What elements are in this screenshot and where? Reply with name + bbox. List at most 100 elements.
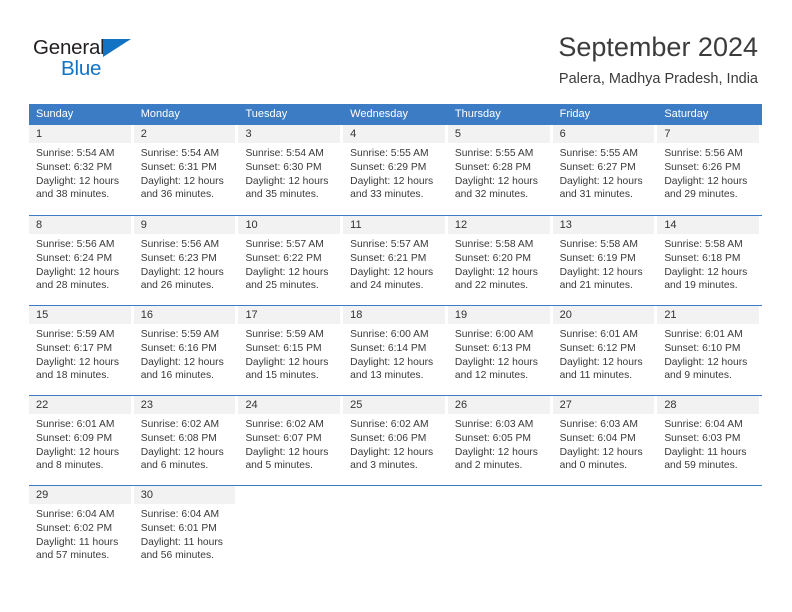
day-cell[interactable]: 22 Sunrise: 6:01 AM Sunset: 6:09 PM Dayl…	[29, 396, 134, 485]
day-cell[interactable]: 14 Sunrise: 5:58 AM Sunset: 6:18 PM Dayl…	[657, 216, 762, 305]
daylight-text-line1: Daylight: 12 hours	[36, 175, 119, 187]
daylight-text-line2: and 28 minutes.	[36, 280, 110, 292]
sunset-text: Sunset: 6:08 PM	[140, 432, 217, 444]
daylight-text-line2: and 36 minutes.	[140, 189, 214, 201]
day-cell[interactable]: 10 Sunrise: 5:57 AM Sunset: 6:22 PM Dayl…	[238, 216, 343, 305]
day-cell[interactable]: 4 Sunrise: 5:55 AM Sunset: 6:29 PM Dayli…	[343, 125, 448, 215]
daylight-text-line1: Daylight: 11 hours	[664, 446, 747, 458]
daylight-text-line2: and 0 minutes.	[559, 460, 628, 472]
day-number-band: 23	[133, 396, 236, 414]
day-cell[interactable]: 26 Sunrise: 6:03 AM Sunset: 6:05 PM Dayl…	[447, 396, 553, 485]
day-cell[interactable]: 6 Sunrise: 5:55 AM Sunset: 6:27 PM Dayli…	[552, 125, 658, 215]
day-cell[interactable]: 8 Sunrise: 5:56 AM Sunset: 6:24 PM Dayli…	[29, 216, 134, 305]
sunrise-text: Sunrise: 5:56 AM	[664, 148, 743, 159]
day-info: Sunrise: 5:56 AM Sunset: 6:23 PM Dayligh…	[134, 234, 236, 293]
day-number-band: 4	[343, 125, 445, 143]
day-cell[interactable]: 25 Sunrise: 6:02 AM Sunset: 6:06 PM Dayl…	[343, 396, 448, 485]
daylight-text-line2: and 29 minutes.	[664, 189, 738, 201]
day-info: Sunrise: 5:59 AM Sunset: 6:15 PM Dayligh…	[238, 324, 340, 383]
day-number: 12	[454, 219, 468, 231]
sunrise-text: Sunrise: 6:03 AM	[559, 419, 639, 430]
calendar-page: General Blue September 2024 Palera, Madh…	[0, 0, 792, 612]
day-info: Sunrise: 6:04 AM Sunset: 6:02 PM Dayligh…	[29, 504, 131, 563]
day-cell[interactable]: 13 Sunrise: 5:58 AM Sunset: 6:19 PM Dayl…	[552, 216, 658, 305]
day-cell[interactable]: 29 Sunrise: 6:04 AM Sunset: 6:02 PM Dayl…	[29, 486, 134, 575]
day-number-band: 25	[343, 396, 445, 414]
sunset-text: Sunset: 6:04 PM	[559, 432, 636, 444]
day-number: 14	[664, 219, 677, 231]
day-info: Sunrise: 5:58 AM Sunset: 6:19 PM Dayligh…	[553, 234, 655, 293]
day-cell[interactable]: 17 Sunrise: 5:59 AM Sunset: 6:15 PM Dayl…	[238, 306, 343, 395]
daylight-text-line2: and 18 minutes.	[36, 370, 110, 382]
day-cell[interactable]: 20 Sunrise: 6:01 AM Sunset: 6:12 PM Dayl…	[552, 306, 658, 395]
sunset-text: Sunset: 6:29 PM	[350, 161, 427, 173]
day-cell[interactable]: 5 Sunrise: 5:55 AM Sunset: 6:28 PM Dayli…	[447, 125, 553, 215]
day-cell[interactable]: 2 Sunrise: 5:54 AM Sunset: 6:31 PM Dayli…	[133, 125, 239, 215]
daylight-text-line2: and 6 minutes.	[140, 460, 209, 472]
page-subtitle: Palera, Madhya Pradesh, India	[558, 71, 758, 87]
daylight-text-line2: and 22 minutes.	[454, 280, 529, 292]
sunset-text: Sunset: 6:06 PM	[350, 432, 427, 444]
sunrise-text: Sunrise: 5:54 AM	[36, 148, 115, 159]
daylight-text-line2: and 8 minutes.	[36, 460, 104, 472]
day-info: Sunrise: 5:56 AM Sunset: 6:24 PM Dayligh…	[29, 234, 131, 293]
daylight-text-line2: and 11 minutes.	[559, 370, 633, 382]
day-cell[interactable]: 24 Sunrise: 6:02 AM Sunset: 6:07 PM Dayl…	[238, 396, 343, 485]
day-info: Sunrise: 6:03 AM Sunset: 6:04 PM Dayligh…	[553, 414, 655, 473]
day-cell[interactable]: 16 Sunrise: 5:59 AM Sunset: 6:16 PM Dayl…	[133, 306, 239, 395]
daylight-text-line2: and 59 minutes.	[664, 460, 738, 472]
day-cell[interactable]: 27 Sunrise: 6:03 AM Sunset: 6:04 PM Dayl…	[552, 396, 658, 485]
day-cell[interactable]: 7 Sunrise: 5:56 AM Sunset: 6:26 PM Dayli…	[657, 125, 762, 215]
daylight-text-line1: Daylight: 12 hours	[454, 266, 538, 278]
day-number: 10	[245, 219, 258, 231]
daylight-text-line2: and 35 minutes.	[245, 189, 319, 201]
daylight-text-line1: Daylight: 12 hours	[140, 175, 224, 187]
sunset-text: Sunset: 6:30 PM	[245, 161, 322, 173]
daylight-text-line1: Daylight: 12 hours	[454, 446, 538, 458]
day-number-band: 8	[29, 216, 131, 234]
day-cell[interactable]: 23 Sunrise: 6:02 AM Sunset: 6:08 PM Dayl…	[133, 396, 239, 485]
sunrise-text: Sunrise: 6:02 AM	[245, 419, 324, 430]
sunrise-text: Sunrise: 5:59 AM	[36, 329, 115, 340]
sunrise-text: Sunrise: 6:03 AM	[454, 419, 534, 430]
day-cell-empty	[448, 486, 553, 575]
daylight-text-line1: Daylight: 12 hours	[36, 266, 119, 278]
day-cell[interactable]: 1 Sunrise: 5:54 AM Sunset: 6:32 PM Dayli…	[29, 125, 134, 215]
daylight-text-line1: Daylight: 12 hours	[559, 175, 643, 187]
day-number: 22	[36, 399, 49, 411]
day-number: 4	[350, 128, 357, 140]
day-info: Sunrise: 6:03 AM Sunset: 6:05 PM Dayligh…	[448, 414, 550, 473]
day-number-band: 30	[133, 486, 236, 504]
daylight-text-line1: Daylight: 12 hours	[140, 266, 224, 278]
day-number: 3	[245, 128, 252, 140]
day-cell[interactable]: 12 Sunrise: 5:58 AM Sunset: 6:20 PM Dayl…	[447, 216, 553, 305]
day-info: Sunrise: 6:04 AM Sunset: 6:01 PM Dayligh…	[134, 504, 236, 563]
daylight-text-line1: Daylight: 12 hours	[245, 356, 329, 368]
daylight-text-line1: Daylight: 12 hours	[664, 266, 748, 278]
day-cell[interactable]: 3 Sunrise: 5:54 AM Sunset: 6:30 PM Dayli…	[238, 125, 343, 215]
sunrise-text: Sunrise: 5:58 AM	[454, 239, 534, 250]
day-cell[interactable]: 15 Sunrise: 5:59 AM Sunset: 6:17 PM Dayl…	[29, 306, 134, 395]
day-cell[interactable]: 28 Sunrise: 6:04 AM Sunset: 6:03 PM Dayl…	[657, 396, 762, 485]
daylight-text-line2: and 9 minutes.	[664, 370, 732, 382]
day-number-band: 19	[447, 306, 550, 324]
day-number: 15	[36, 309, 49, 321]
day-number: 19	[454, 309, 468, 321]
sunrise-text: Sunrise: 6:01 AM	[664, 329, 743, 340]
day-cell[interactable]: 18 Sunrise: 6:00 AM Sunset: 6:14 PM Dayl…	[343, 306, 448, 395]
day-cell[interactable]: 19 Sunrise: 6:00 AM Sunset: 6:13 PM Dayl…	[447, 306, 553, 395]
sunrise-text: Sunrise: 5:59 AM	[140, 329, 220, 340]
day-number-band: 9	[133, 216, 236, 234]
day-number: 20	[559, 309, 572, 321]
daylight-text-line2: and 3 minutes.	[350, 460, 418, 472]
day-cell[interactable]: 11 Sunrise: 5:57 AM Sunset: 6:21 PM Dayl…	[343, 216, 448, 305]
day-cell[interactable]: 30 Sunrise: 6:04 AM Sunset: 6:01 PM Dayl…	[133, 486, 239, 575]
day-info: Sunrise: 6:02 AM Sunset: 6:08 PM Dayligh…	[134, 414, 236, 473]
day-number-band: 24	[238, 396, 341, 414]
sunrise-text: Sunrise: 6:01 AM	[559, 329, 639, 340]
daylight-text-line1: Daylight: 11 hours	[140, 536, 223, 548]
day-info: Sunrise: 5:54 AM Sunset: 6:30 PM Dayligh…	[238, 143, 340, 202]
day-cell[interactable]: 21 Sunrise: 6:01 AM Sunset: 6:10 PM Dayl…	[657, 306, 762, 395]
day-cell[interactable]: 9 Sunrise: 5:56 AM Sunset: 6:23 PM Dayli…	[133, 216, 239, 305]
day-number-band: 28	[657, 396, 760, 414]
